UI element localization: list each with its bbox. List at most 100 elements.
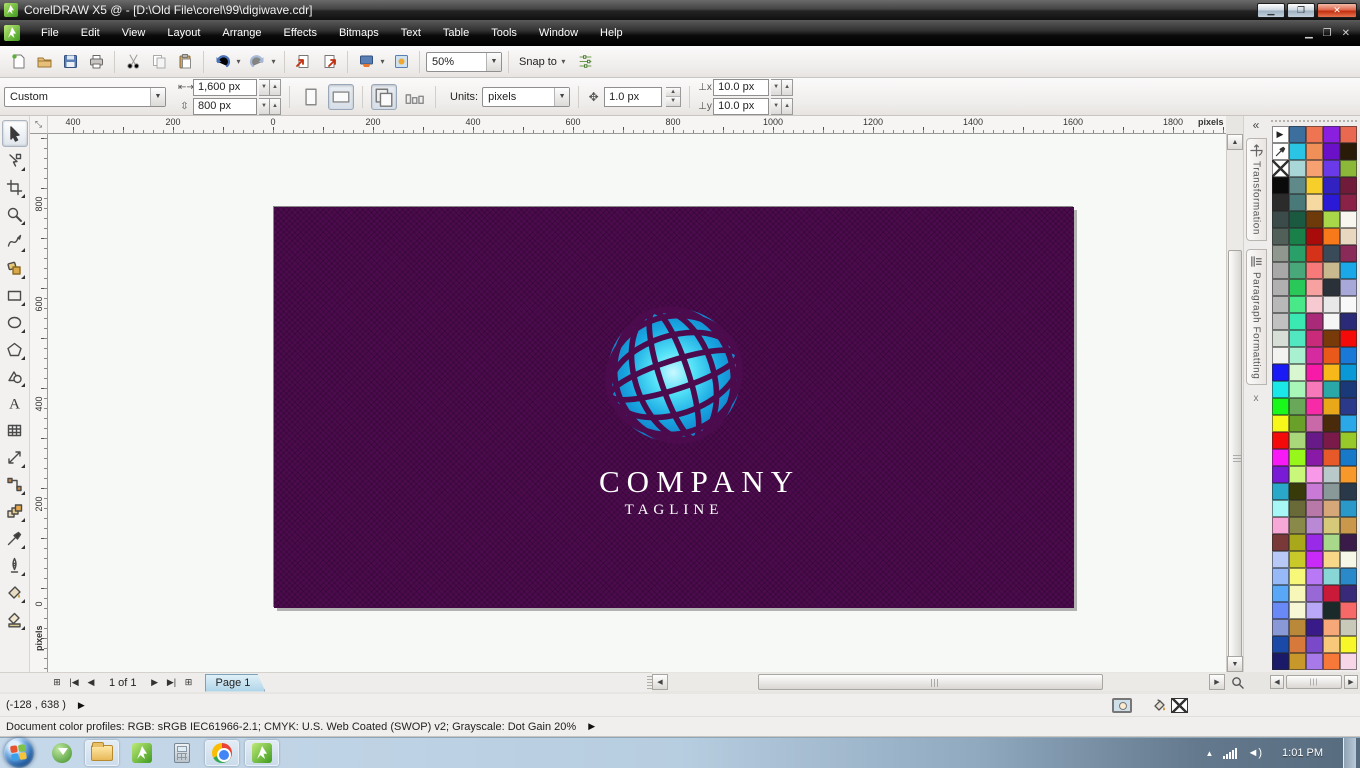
color-swatch[interactable] — [1271, 653, 1289, 670]
color-swatch[interactable] — [1305, 330, 1323, 347]
color-swatch[interactable] — [1288, 177, 1306, 194]
status-flyout-arrow-icon[interactable]: ▶ — [78, 700, 85, 711]
page-width-spinner[interactable]: ▼ ▲ — [259, 78, 281, 96]
duplicate-y-field[interactable]: 10.0 px — [713, 97, 770, 115]
color-swatch[interactable] — [1288, 245, 1306, 262]
ellipse-tool[interactable] — [2, 309, 28, 336]
color-swatch[interactable] — [1322, 262, 1340, 279]
page-tab[interactable]: Page 1 — [205, 674, 266, 692]
docker-tab-paragraph-formatting[interactable]: Paragraph Formatting — [1245, 248, 1267, 386]
blend-tool[interactable] — [2, 498, 28, 525]
units-combo[interactable]: pixels ▼ — [482, 86, 571, 107]
crop-tool[interactable] — [2, 174, 28, 201]
volume-icon[interactable]: ◄) — [1247, 747, 1262, 759]
color-swatch[interactable] — [1288, 517, 1306, 534]
color-swatch[interactable] — [1339, 228, 1357, 245]
menu-help[interactable]: Help — [589, 20, 634, 46]
docker-close-button[interactable]: x — [1244, 393, 1268, 404]
color-swatch[interactable] — [1288, 194, 1306, 211]
taskbar-coreldraw-active-icon[interactable] — [245, 740, 279, 766]
menu-view[interactable]: View — [111, 20, 157, 46]
add-page-after-button[interactable]: ⊞ — [182, 677, 196, 688]
color-swatch[interactable] — [1288, 534, 1306, 551]
add-page-before-button[interactable]: ⊞ — [50, 677, 64, 688]
color-swatch[interactable] — [1271, 330, 1289, 347]
color-swatch[interactable] — [1288, 330, 1306, 347]
color-swatch[interactable] — [1322, 449, 1340, 466]
palette-scrollbar[interactable]: ◀ ||| ▶ — [1268, 673, 1360, 691]
menu-edit[interactable]: Edit — [70, 20, 111, 46]
color-swatch[interactable] — [1288, 619, 1306, 636]
color-swatch[interactable] — [1305, 228, 1323, 245]
undo-dropdown[interactable]: ▾ — [234, 57, 243, 66]
collapse-dockers-icon[interactable]: « — [1244, 116, 1268, 138]
duplicate-y-spinner[interactable]: ▼ ▲ — [771, 97, 794, 115]
color-swatch[interactable] — [1339, 381, 1357, 398]
color-swatch[interactable] — [1339, 262, 1357, 279]
new-document-button[interactable] — [6, 50, 30, 74]
freehand-tool[interactable] — [2, 228, 28, 255]
color-swatch[interactable] — [1339, 551, 1357, 568]
export-button[interactable] — [317, 50, 341, 74]
color-swatch[interactable] — [1288, 568, 1306, 585]
page-height-spinner[interactable]: ▼ ▲ — [259, 97, 281, 115]
color-swatch[interactable] — [1339, 534, 1357, 551]
smart-fill-tool[interactable] — [2, 255, 28, 282]
color-swatch[interactable] — [1288, 126, 1306, 143]
color-swatch[interactable] — [1271, 194, 1289, 211]
color-swatch[interactable] — [1322, 126, 1340, 143]
color-swatch[interactable] — [1305, 483, 1323, 500]
menu-bitmaps[interactable]: Bitmaps — [328, 20, 390, 46]
color-swatch[interactable] — [1322, 415, 1340, 432]
polygon-tool[interactable] — [2, 336, 28, 363]
color-swatch[interactable] — [1271, 347, 1289, 364]
color-swatch[interactable] — [1339, 415, 1357, 432]
taskbar-explorer-icon[interactable] — [85, 740, 119, 766]
nudge-distance-field[interactable]: 1.0 px — [604, 86, 663, 107]
palette-scroll-thumb[interactable]: ||| — [1286, 675, 1342, 689]
color-swatch[interactable] — [1305, 347, 1323, 364]
color-swatch[interactable] — [1271, 398, 1289, 415]
color-swatch[interactable] — [1305, 211, 1323, 228]
redo-dropdown[interactable]: ▾ — [269, 57, 278, 66]
current-page-button[interactable] — [401, 84, 427, 110]
color-swatch[interactable] — [1288, 313, 1306, 330]
color-swatch[interactable] — [1305, 415, 1323, 432]
page-height-field[interactable]: 800 px — [193, 97, 257, 115]
palette-scroll-right-button[interactable]: ▶ — [1344, 675, 1358, 689]
previous-page-button[interactable]: ◀ — [84, 677, 98, 688]
color-swatch[interactable] — [1288, 364, 1306, 381]
color-swatch[interactable] — [1339, 602, 1357, 619]
color-swatch[interactable] — [1339, 143, 1357, 160]
color-swatch[interactable] — [1305, 262, 1323, 279]
color-swatch[interactable] — [1322, 483, 1340, 500]
color-swatch[interactable] — [1339, 364, 1357, 381]
palette-scroll-left-button[interactable]: ◀ — [1270, 675, 1284, 689]
taskbar-calculator-icon[interactable] — [165, 740, 199, 766]
next-page-button[interactable]: ▶ — [148, 677, 162, 688]
duplicate-x-spinner[interactable]: ▼ ▲ — [771, 78, 794, 96]
color-swatch[interactable] — [1288, 585, 1306, 602]
logo-artwork[interactable]: COMPANY TAGLINE — [599, 303, 793, 519]
color-swatch[interactable] — [1271, 483, 1289, 500]
color-swatch[interactable] — [1322, 602, 1340, 619]
color-swatch[interactable] — [1339, 432, 1357, 449]
color-swatch[interactable] — [1271, 517, 1289, 534]
drawing-canvas[interactable]: COMPANY TAGLINE — [48, 134, 1226, 672]
color-swatch[interactable] — [1271, 296, 1289, 313]
color-swatch[interactable] — [1288, 483, 1306, 500]
color-swatch[interactable] — [1288, 551, 1306, 568]
color-swatch[interactable] — [1322, 381, 1340, 398]
color-swatch[interactable] — [1305, 432, 1323, 449]
menu-window[interactable]: Window — [528, 20, 589, 46]
color-swatch[interactable] — [1288, 500, 1306, 517]
color-swatch[interactable] — [1339, 500, 1357, 517]
color-swatch[interactable] — [1271, 313, 1289, 330]
eyedropper-tool[interactable] — [2, 525, 28, 552]
color-swatch[interactable] — [1339, 347, 1357, 364]
color-swatch[interactable] — [1288, 466, 1306, 483]
color-swatch[interactable] — [1322, 619, 1340, 636]
connector-tool[interactable] — [2, 471, 28, 498]
color-swatch[interactable] — [1322, 245, 1340, 262]
rectangle-tool[interactable] — [2, 282, 28, 309]
